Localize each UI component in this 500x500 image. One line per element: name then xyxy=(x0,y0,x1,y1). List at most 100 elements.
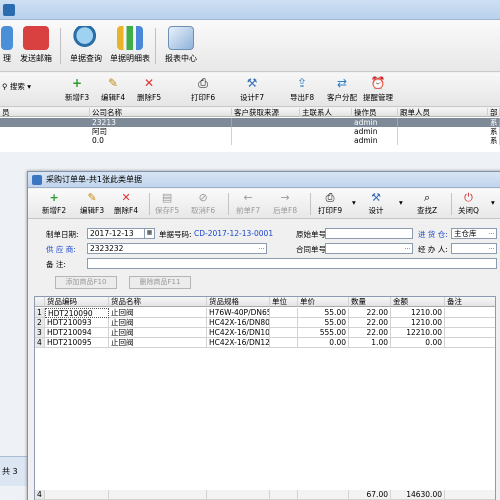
new-button[interactable]: + 新增F2 xyxy=(42,191,66,217)
date-label: 制单日期: xyxy=(46,230,79,239)
delete-button[interactable]: ✕ 删除F5 xyxy=(137,76,161,104)
add-button[interactable]: + 新增F3 xyxy=(65,76,89,104)
mail-icon xyxy=(23,26,49,50)
delete-icon: ✕ xyxy=(121,191,131,204)
col-header[interactable]: 数量 xyxy=(349,297,391,307)
contract-label: 合同单号: xyxy=(296,245,329,254)
window-titlebar[interactable]: 采购订单单-共1张此类单据 xyxy=(28,172,500,188)
window-icon xyxy=(32,175,42,185)
warehouse-field[interactable]: 主仓库 … xyxy=(451,228,497,239)
col-header[interactable]: 员 xyxy=(0,108,90,117)
report-icon xyxy=(168,26,194,50)
handler-field[interactable]: … xyxy=(451,243,497,254)
more-icon[interactable]: … xyxy=(487,229,496,238)
delete-button[interactable]: ✕ 删除F4 xyxy=(114,191,138,217)
supplier-field[interactable]: 2323232 … xyxy=(87,243,267,254)
main-window-titlebar xyxy=(0,0,500,20)
col-header[interactable]: 部 xyxy=(488,108,500,117)
col-header[interactable]: 跟单人员 xyxy=(398,108,488,117)
source-no-label: 原始单号: xyxy=(296,230,329,239)
record-count-tab[interactable]: 共 3 xyxy=(0,456,28,486)
assign-icon: ⇄ xyxy=(336,76,348,90)
search-icon: ⌕ xyxy=(423,191,431,204)
separator xyxy=(60,28,61,64)
total-quantity: 67.00 xyxy=(349,490,391,500)
design-icon: ⚒ xyxy=(246,76,258,90)
customer-grid: 员 公司名称 客户获取来源 主联系人 操作员 跟单人员 部 23213 admi… xyxy=(0,108,500,152)
save-icon: ▤ xyxy=(161,191,173,204)
export-button[interactable]: ⇪ 导出F8 xyxy=(290,76,314,104)
customer-assign-button[interactable]: ⇄ 客户分配 xyxy=(327,76,357,104)
design-dropdown-arrow[interactable]: ▾ xyxy=(399,198,403,224)
close-button[interactable]: ⏻ 关闭Q xyxy=(458,191,479,217)
col-header[interactable]: 货品规格 xyxy=(207,297,270,307)
more-icon[interactable]: … xyxy=(403,244,412,253)
table-row[interactable]: 1 HDT210090 止回阀 H76W-40P/DN65 55.00 22.0… xyxy=(35,308,495,318)
close-dropdown-arrow[interactable]: ▾ xyxy=(491,198,495,224)
design-button[interactable]: ⚒ 设计 xyxy=(368,191,384,217)
table-row[interactable]: 4 HDT210095 止回阀 HC42X-16/DN125 0.00 1.00… xyxy=(35,338,495,348)
settings-button[interactable]: 理 xyxy=(0,26,14,68)
doc-query-button[interactable]: 单据查询 xyxy=(66,26,106,68)
search-icon: ⚲ xyxy=(2,82,10,91)
col-header[interactable]: 货品编码 xyxy=(45,297,109,307)
prev-doc-button[interactable]: ← 前单F7 xyxy=(236,191,260,217)
col-header[interactable]: 金额 xyxy=(391,297,445,307)
table-row[interactable]: 23213 admin 系 xyxy=(0,118,500,127)
report-center-button[interactable]: 报表中心 xyxy=(162,26,200,68)
table-row[interactable]: 0.0 admin 系 xyxy=(0,136,500,145)
printer-icon: ⎙ xyxy=(198,76,208,90)
remark-field[interactable] xyxy=(87,258,497,269)
print-button[interactable]: ⎙ 打印F9 xyxy=(318,191,342,217)
col-header[interactable]: 操作员 xyxy=(352,108,398,117)
next-doc-button[interactable]: → 后单F8 xyxy=(273,191,297,217)
more-icon[interactable]: … xyxy=(257,244,266,253)
reminder-button[interactable]: ⏰ 提醒管理 xyxy=(363,76,393,104)
col-header[interactable]: 货品名称 xyxy=(109,297,207,307)
separator xyxy=(451,193,452,215)
clock-icon: ⏰ xyxy=(370,76,386,90)
table-row[interactable]: 2 HDT210093 止回阀 HC42X-16/DN80 55.00 22.0… xyxy=(35,318,495,328)
calendar-icon[interactable]: ▦ xyxy=(144,229,154,238)
table-row[interactable]: 阿司 admin 系 xyxy=(0,127,500,136)
cancel-button[interactable]: ⊘ 取消F6 xyxy=(191,191,215,217)
remark-label: 备 注: xyxy=(46,260,66,269)
col-header[interactable]: 客户获取来源 xyxy=(232,108,300,117)
find-button[interactable]: ⌕ 查找Z xyxy=(417,191,437,217)
col-header[interactable]: 主联系人 xyxy=(300,108,352,117)
send-mail-button[interactable]: 发送邮箱 xyxy=(18,26,54,68)
search-dropdown-button[interactable]: ⚲ 搜索 ▾ xyxy=(2,81,31,109)
supplier-label: 供 应 商: xyxy=(46,245,76,254)
col-header[interactable]: 单价 xyxy=(298,297,349,307)
edit-button[interactable]: ✎ 编辑F3 xyxy=(80,191,104,217)
bar-chart-icon xyxy=(117,26,143,50)
source-no-field[interactable] xyxy=(325,228,413,239)
items-grid-header: 货品编码 货品名称 货品规格 单位 单价 数量 金额 备注 xyxy=(35,297,495,307)
add-item-button[interactable]: 添加商品F10 xyxy=(55,276,117,289)
warehouse-label: 进 货 仓: xyxy=(418,230,448,239)
chevron-down-icon: ▾ xyxy=(399,198,403,207)
col-header[interactable]: 公司名称 xyxy=(90,108,232,117)
col-header[interactable]: 备注 xyxy=(445,297,495,307)
table-row[interactable]: 3 HDT210094 止回阀 HC42X-16/DN100 555.00 22… xyxy=(35,328,495,338)
contract-field[interactable]: … xyxy=(325,243,413,254)
edit-icon: ✎ xyxy=(108,76,119,90)
print-button[interactable]: ⎙ 打印F6 xyxy=(191,76,215,104)
main-ribbon: 理 发送邮箱 单据查询 单据明细表 报表中心 xyxy=(0,20,500,72)
cancel-icon: ⊘ xyxy=(198,191,208,204)
edit-button[interactable]: ✎ 编辑F4 xyxy=(101,76,125,104)
main-toolbar: ⚲ 搜索 ▾ + 新增F3 ✎ 编辑F4 ✕ 删除F5 ⎙ 打印F6 ⚒ 设计F… xyxy=(0,73,500,107)
purchase-order-window: 采购订单单-共1张此类单据 + 新增F2 ✎ 编辑F3 ✕ 删除F4 ▤ 保存F… xyxy=(27,171,500,500)
app-icon xyxy=(3,4,15,16)
design-button[interactable]: ⚒ 设计F7 xyxy=(240,76,264,104)
separator xyxy=(155,28,156,64)
chevron-down-icon: ▾ xyxy=(352,198,356,207)
date-field[interactable]: 2017-12-13 ▦ xyxy=(87,228,155,239)
chevron-down-icon: ▾ xyxy=(491,198,495,207)
more-icon[interactable]: … xyxy=(487,244,496,253)
delete-item-button[interactable]: 删除商品F11 xyxy=(129,276,191,289)
col-header[interactable]: 单位 xyxy=(270,297,298,307)
doc-detail-report-button[interactable]: 单据明细表 xyxy=(108,26,152,68)
print-dropdown-arrow[interactable]: ▾ xyxy=(352,198,356,224)
save-button[interactable]: ▤ 保存F5 xyxy=(155,191,179,217)
